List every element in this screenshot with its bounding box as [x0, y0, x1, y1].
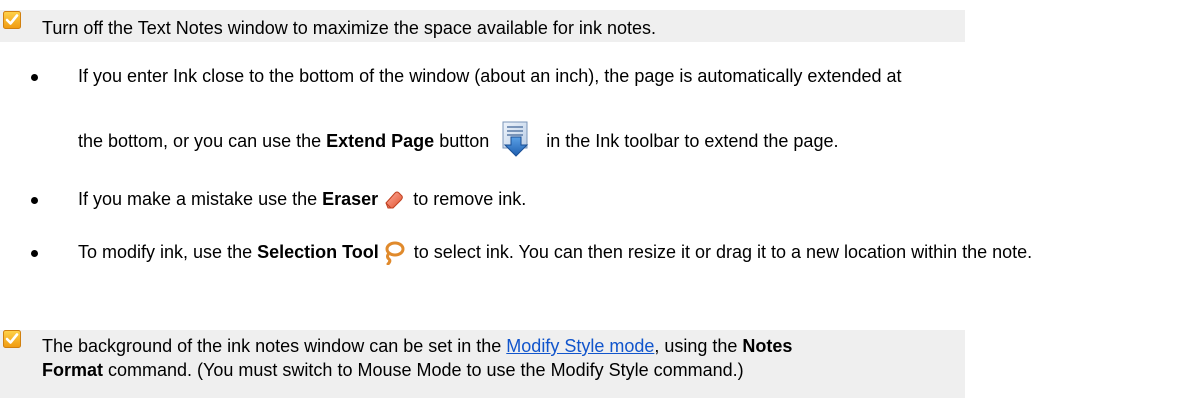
selection-tool-label: Selection Tool	[257, 242, 379, 262]
tip-text-line1: The background of the ink notes window c…	[42, 336, 793, 356]
check-icon	[3, 330, 21, 348]
list-item-eraser: If you make a mistake use the Eraser to …	[0, 184, 1183, 224]
eraser-icon	[385, 191, 404, 209]
notes-label: Notes	[742, 336, 793, 356]
lasso-icon	[385, 241, 405, 266]
bullet-icon	[31, 250, 38, 257]
bullet-icon	[31, 197, 38, 204]
bullet-text-line1: If you enter Ink close to the bottom of …	[78, 66, 902, 86]
extend-page-icon	[502, 121, 529, 157]
bullet-text-line2: the bottom, or you can use the Extend Pa…	[78, 121, 838, 157]
tip-text: Turn off the Text Notes window to maximi…	[42, 18, 656, 38]
check-icon	[3, 11, 21, 29]
tip-box-background: The background of the ink notes window c…	[0, 330, 965, 398]
tip-text: The background of the ink notes window c…	[42, 334, 792, 382]
extend-page-label: Extend Page	[326, 131, 435, 151]
list-item-extend-page: If you enter Ink close to the bottom of …	[0, 60, 1183, 190]
format-label: Format	[42, 360, 104, 380]
modify-style-mode-link[interactable]: Modify Style mode	[506, 336, 654, 356]
bullet-icon	[31, 74, 38, 81]
bullet-text: To modify ink, use the Selection Tool to…	[78, 241, 1178, 266]
list-item-selection-tool: To modify ink, use the Selection Tool to…	[0, 237, 1183, 307]
eraser-label: Eraser	[322, 189, 379, 209]
bullet-text: If you make a mistake use the Eraser to …	[78, 189, 527, 209]
tip-text-line2: Format command. (You must switch to Mous…	[42, 360, 744, 380]
tip-box-text-notes: Turn off the Text Notes window to maximi…	[0, 10, 965, 42]
